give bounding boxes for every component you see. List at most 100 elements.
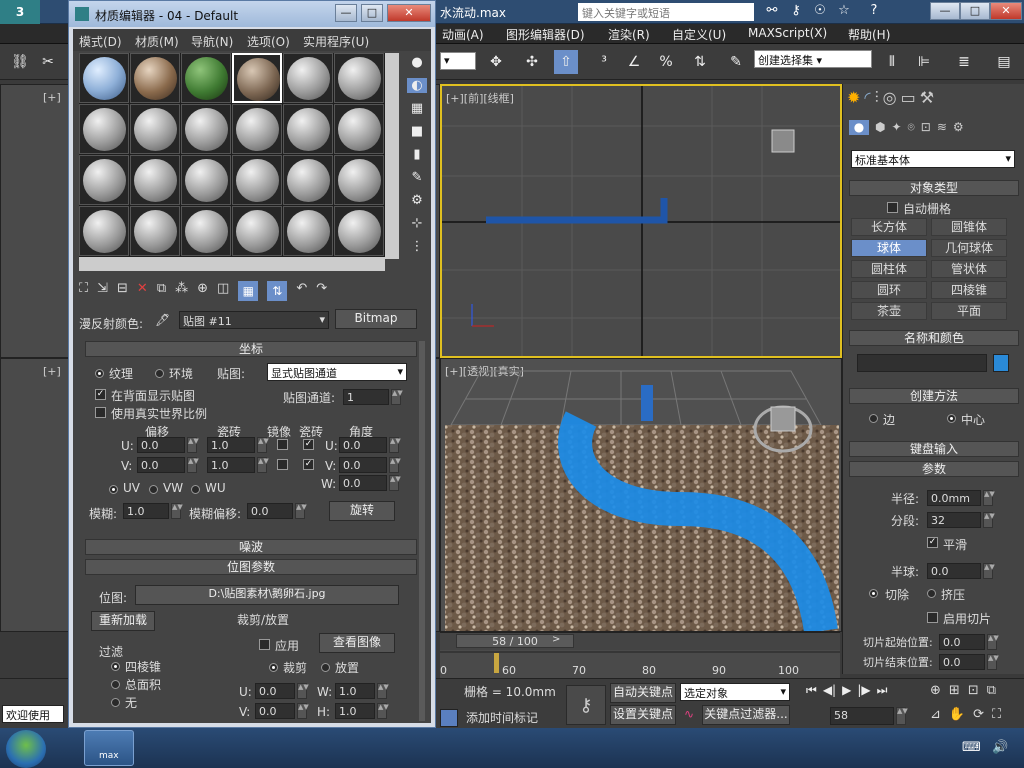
bitmap-params-rollout[interactable]: 位图参数: [85, 559, 417, 575]
filter-none-radio[interactable]: [111, 698, 120, 707]
me-minimize-button[interactable]: —: [335, 4, 357, 22]
sample-slot[interactable]: [334, 155, 384, 205]
show-end-result-icon[interactable]: ⇅: [267, 281, 288, 301]
help-icon[interactable]: ?: [864, 3, 884, 21]
modify-tab-icon[interactable]: ◜: [864, 88, 870, 112]
w-angle-spinner[interactable]: ▲▼: [389, 475, 401, 491]
me-menu-modes[interactable]: 模式(D): [79, 33, 122, 50]
crop-h-field[interactable]: 1.0: [335, 703, 375, 719]
track-bar[interactable]: 0 60 70 80 90 100: [440, 650, 840, 678]
systems-icon[interactable]: ⚙: [953, 120, 964, 135]
edit-named-sets-icon[interactable]: ✎: [724, 50, 748, 74]
plane-button[interactable]: 平面: [931, 302, 1007, 320]
map-channel-field[interactable]: 1: [343, 389, 389, 405]
put-to-scene-icon[interactable]: ⇲: [97, 281, 108, 303]
chop-radio[interactable]: [869, 589, 878, 598]
menu-help[interactable]: 帮助(H): [848, 26, 890, 43]
sample-slot[interactable]: [334, 104, 384, 154]
assign-to-selection-icon[interactable]: ⊟: [117, 281, 128, 303]
sample-slot[interactable]: [79, 104, 129, 154]
material-navigator-icon[interactable]: ⋮: [407, 239, 427, 254]
slots-vscrollbar[interactable]: [385, 53, 399, 259]
v-offset-field[interactable]: 0.0: [137, 457, 185, 473]
cylinder-button[interactable]: 圆柱体: [851, 260, 927, 278]
create-tab-icon[interactable]: ✹: [847, 88, 860, 112]
zoom-extents-all-icon[interactable]: ⧉: [987, 683, 996, 698]
menu-animation[interactable]: 动画(A): [442, 26, 484, 43]
v-angle-field[interactable]: 0.0: [339, 457, 387, 473]
blur-field[interactable]: 1.0: [123, 503, 169, 519]
texture-radio[interactable]: [95, 369, 104, 378]
sample-slot[interactable]: [130, 104, 180, 154]
pan-icon[interactable]: ✋: [949, 707, 965, 722]
set-key-icon[interactable]: ⚷: [566, 685, 606, 725]
map-type-button[interactable]: Bitmap: [335, 309, 417, 329]
current-frame-field[interactable]: 58: [830, 707, 894, 725]
object-type-rollout[interactable]: 对象类型: [849, 180, 1019, 196]
me-menu-navigation[interactable]: 导航(N): [191, 33, 233, 50]
map-name-field[interactable]: 贴图 #11 ▾: [179, 311, 329, 329]
menu-graph-editors[interactable]: 图形编辑器(D): [506, 26, 585, 43]
taskbar-3dsmax-button[interactable]: max: [84, 730, 134, 766]
object-name-field[interactable]: [857, 354, 987, 372]
me-menu-material[interactable]: 材质(M): [135, 33, 179, 50]
angle-snap-icon[interactable]: ∠: [622, 50, 646, 74]
real-world-checkbox[interactable]: [95, 407, 106, 418]
me-close-button[interactable]: ✕: [387, 4, 431, 22]
sample-slot[interactable]: [79, 53, 129, 103]
move-icon[interactable]: ✣: [520, 50, 544, 74]
layer-icon[interactable]: ≣: [952, 50, 976, 74]
current-frame-spinner[interactable]: ▲▼: [896, 707, 908, 725]
method-center-radio[interactable]: [947, 414, 956, 423]
slots-hscrollbar[interactable]: [79, 257, 385, 271]
app-logo[interactable]: 3: [0, 0, 40, 24]
crop-w-spinner[interactable]: ▲▼: [377, 683, 389, 699]
next-frame-button-icon[interactable]: |▶: [857, 683, 870, 698]
next-frame-icon[interactable]: >: [552, 634, 566, 648]
v-tile-checkbox[interactable]: ✓: [303, 459, 314, 470]
account-icon[interactable]: ☉: [810, 3, 830, 21]
display-tab-icon[interactable]: ▭: [901, 88, 916, 112]
torus-button[interactable]: 圆环: [851, 281, 927, 299]
v-tiling-field[interactable]: 1.0: [207, 457, 255, 473]
object-color-swatch[interactable]: [993, 354, 1009, 372]
u-tile-checkbox[interactable]: ✓: [303, 439, 314, 450]
u-angle-field[interactable]: 0.0: [339, 437, 387, 453]
sphere-button[interactable]: 球体: [851, 239, 927, 257]
unlink-icon[interactable]: ✂: [36, 50, 60, 74]
radius-field[interactable]: 0.0mm: [927, 490, 981, 506]
background-icon[interactable]: ▦: [407, 101, 427, 116]
time-slider[interactable]: 58 / 100 >: [440, 632, 840, 650]
hemisphere-field[interactable]: 0.0: [927, 563, 981, 579]
keyboard-icon[interactable]: ⌨: [962, 740, 981, 755]
lights-icon[interactable]: ✦: [891, 120, 901, 135]
u-angle-spinner[interactable]: ▲▼: [389, 437, 401, 453]
minimize-button[interactable]: —: [930, 2, 960, 20]
autogrid-checkbox[interactable]: [887, 202, 898, 213]
map-channel-spinner[interactable]: ▲▼: [391, 389, 403, 405]
copy-material-icon[interactable]: ⧉: [157, 281, 166, 303]
helpers-icon[interactable]: ⊡: [921, 120, 931, 135]
radius-spinner[interactable]: ▲▼: [983, 490, 995, 506]
coordinates-rollout[interactable]: 坐标: [85, 341, 417, 357]
spacewarps-icon[interactable]: ≋: [937, 120, 947, 135]
show-map-back-checkbox[interactable]: ✓: [95, 389, 106, 400]
search-input[interactable]: 键入关键字或短语: [578, 3, 754, 21]
bitmap-path-button[interactable]: D:\贴图素材\鹅卵石.jpg: [135, 585, 399, 605]
slice-to-spinner[interactable]: ▲▼: [987, 654, 999, 670]
rotate-button[interactable]: 旋转: [329, 501, 395, 521]
sample-slot[interactable]: [79, 206, 129, 256]
squash-radio[interactable]: [927, 589, 936, 598]
apply-crop-checkbox[interactable]: [259, 639, 270, 650]
motion-tab-icon[interactable]: ◎: [883, 88, 897, 112]
go-to-parent-icon[interactable]: ↶: [296, 281, 307, 303]
sample-slot[interactable]: [181, 206, 231, 256]
reload-button[interactable]: 重新加载: [91, 611, 155, 631]
cameras-icon[interactable]: ⌾: [908, 120, 915, 135]
slice-from-spinner[interactable]: ▲▼: [987, 634, 999, 650]
maximize-button[interactable]: □: [960, 2, 990, 20]
menu-rendering[interactable]: 渲染(R): [608, 26, 650, 43]
u-mirror-checkbox[interactable]: [277, 439, 288, 450]
v-mirror-checkbox[interactable]: [277, 459, 288, 470]
params-scrollbar[interactable]: [419, 341, 425, 721]
